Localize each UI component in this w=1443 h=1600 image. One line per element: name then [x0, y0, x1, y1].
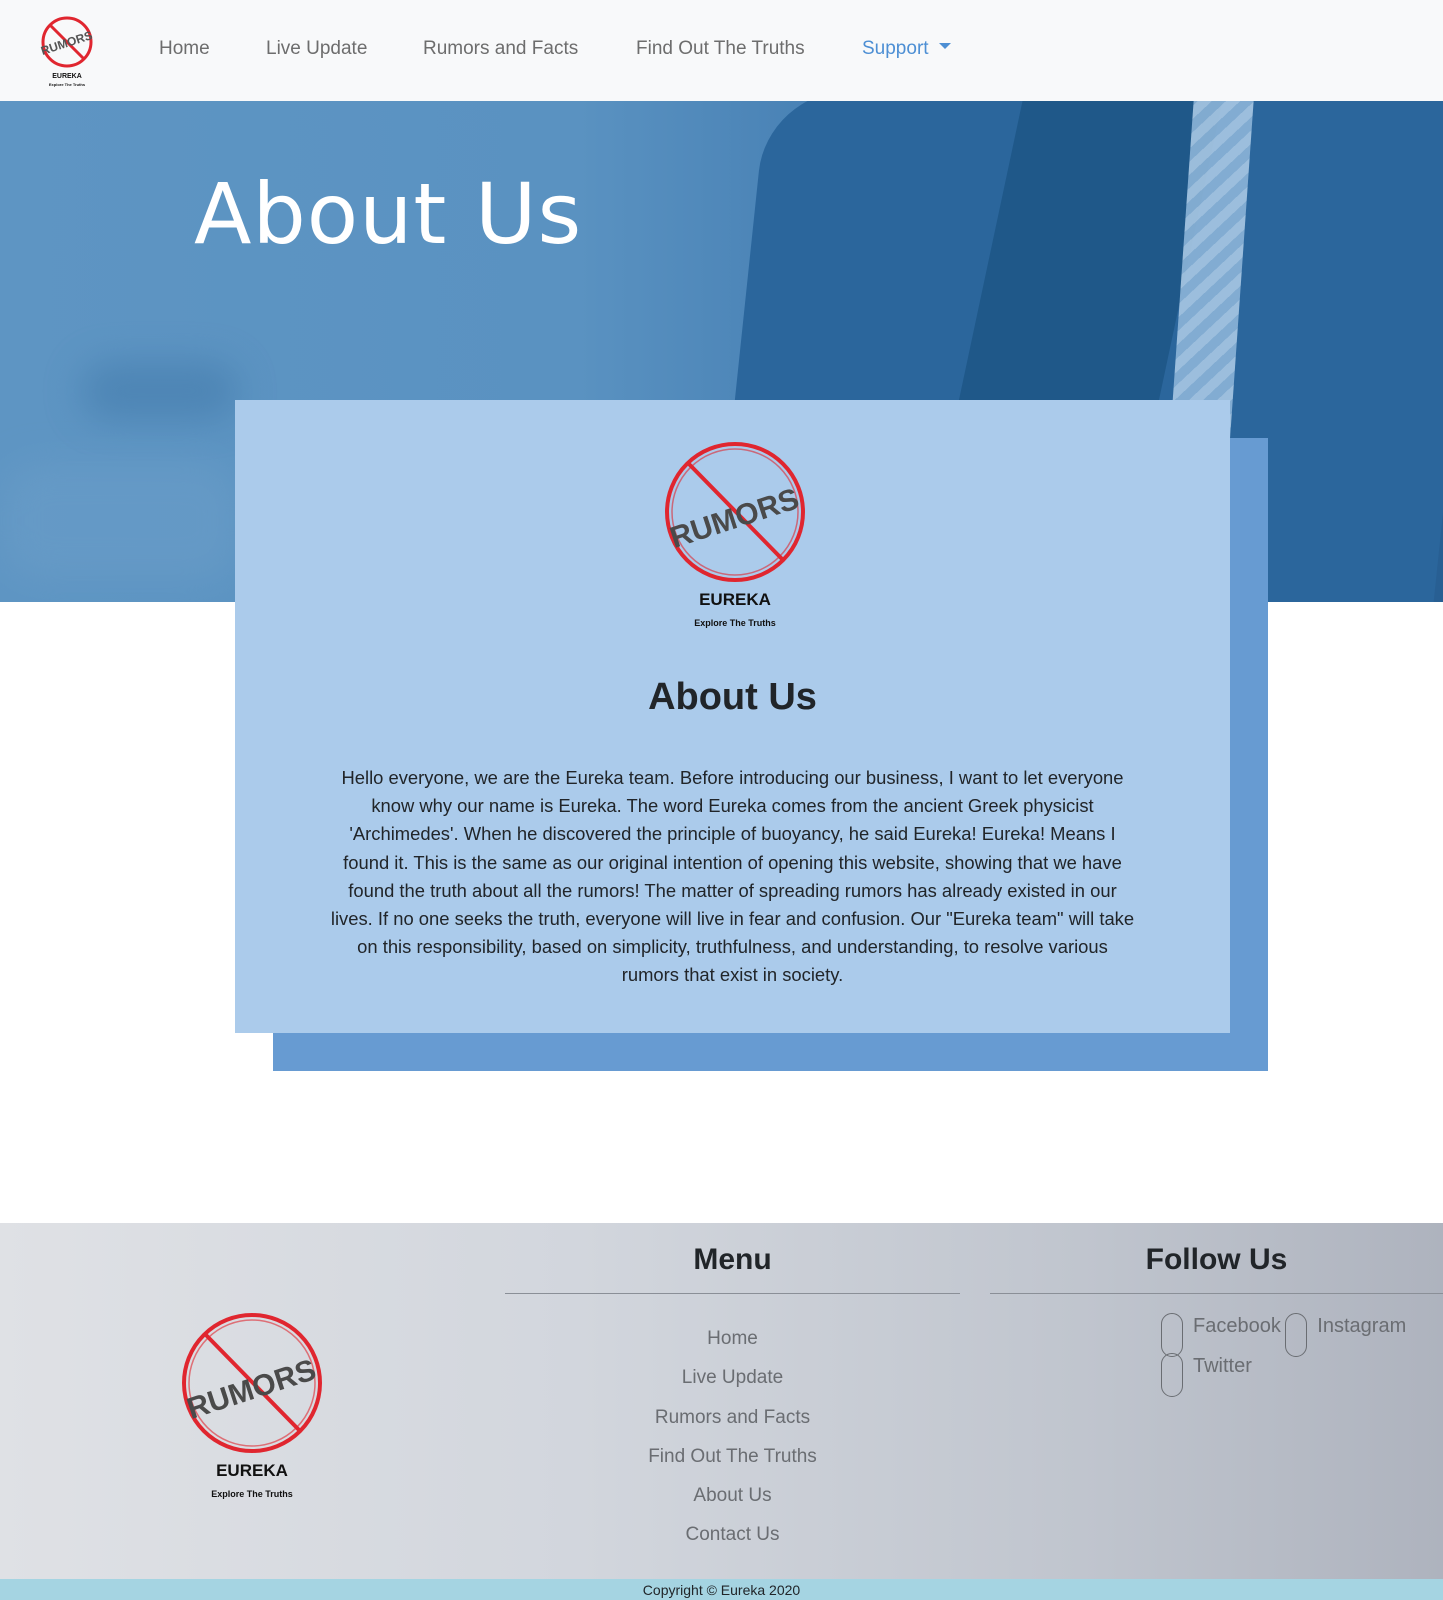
- card-title: About Us: [648, 676, 817, 718]
- stamp-text: RUMORS: [183, 1353, 320, 1426]
- nav-support-dropdown[interactable]: Support: [862, 38, 951, 60]
- rumors-stamp-icon: RUMORS EUREKA Explore The Truths: [182, 1313, 322, 1499]
- footer-menu-about-us[interactable]: About Us: [505, 1476, 960, 1515]
- rumors-stamp-icon: RUMORS EUREKA Explore The Truths: [665, 442, 805, 628]
- stamp-text: RUMORS: [666, 482, 803, 555]
- facebook-icon: [1161, 1313, 1183, 1357]
- about-text: Hello everyone, we are the Eureka team. …: [330, 767, 1135, 986]
- menu-divider: [505, 1293, 960, 1294]
- footer-menu: Home Live Update Rumors and Facts Find O…: [505, 1319, 960, 1555]
- footer: RUMORS EUREKA Explore The Truths Menu Ho…: [0, 1223, 1443, 1579]
- main-nav: Home Live Update Rumors and Facts Find O…: [0, 0, 1443, 101]
- nav-find-out-the-truths[interactable]: Find Out The Truths: [636, 38, 805, 60]
- hero-title: About Us: [194, 165, 583, 263]
- brand-name: EUREKA: [699, 590, 771, 609]
- footer-logo: RUMORS EUREKA Explore The Truths: [172, 1311, 332, 1506]
- about-card: RUMORS EUREKA Explore The Truths About U…: [235, 400, 1230, 1033]
- menu-heading: Menu: [693, 1243, 772, 1276]
- navbar: RUMORS EUREKA Explore The Truths Home Li…: [0, 0, 1443, 101]
- instagram-link[interactable]: Instagram: [1285, 1313, 1407, 1357]
- support-label: Support: [862, 38, 929, 59]
- brand-tagline: Explore The Truths: [694, 618, 776, 628]
- copyright-text: Copyright © Eureka 2020: [642, 1582, 801, 1598]
- instagram-icon: [1285, 1313, 1308, 1357]
- background-blur: [80, 361, 240, 421]
- caret-down-icon: [938, 42, 951, 49]
- instagram-label: Instagram: [1317, 1315, 1407, 1337]
- nav-rumors-and-facts[interactable]: Rumors and Facts: [423, 38, 578, 60]
- card-logo: RUMORS EUREKA Explore The Truths: [655, 440, 815, 635]
- brand-name: EUREKA: [216, 1461, 288, 1480]
- brand-tagline: Explore The Truths: [211, 1489, 293, 1499]
- copyright-bar: Copyright © Eureka 2020: [0, 1579, 1443, 1600]
- social-links: Facebook Instagram Twitter: [1161, 1306, 1443, 1397]
- twitter-label: Twitter: [1193, 1355, 1252, 1377]
- footer-menu-home[interactable]: Home: [505, 1319, 960, 1358]
- nav-live-update[interactable]: Live Update: [266, 38, 367, 60]
- background-blur: [0, 461, 240, 581]
- follow-divider: [990, 1293, 1443, 1294]
- facebook-label: Facebook: [1193, 1315, 1281, 1337]
- facebook-link[interactable]: Facebook: [1161, 1313, 1281, 1357]
- footer-menu-find-out-the-truths[interactable]: Find Out The Truths: [505, 1437, 960, 1476]
- footer-menu-rumors-and-facts[interactable]: Rumors and Facts: [505, 1398, 960, 1437]
- follow-heading: Follow Us: [1145, 1243, 1288, 1276]
- nav-home[interactable]: Home: [159, 38, 210, 60]
- footer-menu-live-update[interactable]: Live Update: [505, 1358, 960, 1397]
- twitter-icon: [1161, 1353, 1183, 1397]
- twitter-link[interactable]: Twitter: [1161, 1353, 1252, 1397]
- footer-menu-contact-us[interactable]: Contact Us: [505, 1515, 960, 1554]
